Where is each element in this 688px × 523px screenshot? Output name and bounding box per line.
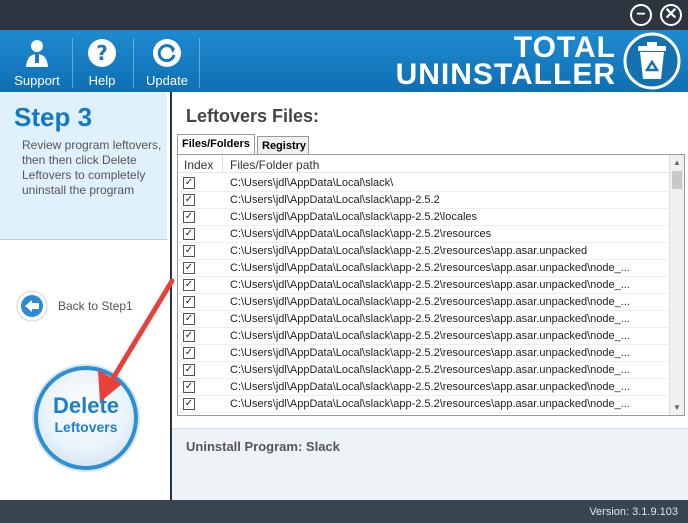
list-header: Index Files/Folder path xyxy=(178,155,670,173)
list-row[interactable]: ✓ C:\Users\jdl\AppData\Local\slack\app-2.… xyxy=(178,209,670,226)
delete-label-line2: Leftovers xyxy=(54,419,118,435)
leftovers-list[interactable]: Index Files/Folder path ✓ C:\Users\jdl\Ap… xyxy=(177,154,685,416)
row-path: C:\Users\jdl\AppData\Local\slack\app-2.5… xyxy=(230,211,478,223)
delete-leftovers-button[interactable]: Delete Leftovers xyxy=(34,366,138,470)
row-path: C:\Users\jdl\AppData\Local\slack\app-2.5… xyxy=(230,381,630,393)
step-description: Review program leftovers, then then clic… xyxy=(22,138,162,197)
back-arrow-icon xyxy=(16,290,48,322)
row-checkbox[interactable]: ✓ xyxy=(183,313,195,325)
column-header-path[interactable]: Files/Folder path xyxy=(230,158,319,172)
minimize-button[interactable]: − xyxy=(630,4,652,26)
delete-label-line1: Delete xyxy=(52,393,120,418)
uninstall-program-bar: Uninstall Program: Slack xyxy=(172,428,688,500)
update-button[interactable]: Update xyxy=(138,30,196,92)
recycle-bin-logo-icon xyxy=(623,32,681,90)
row-checkbox[interactable]: ✓ xyxy=(183,347,195,359)
row-path: C:\Users\jdl\AppData\Local\slack\ xyxy=(230,177,394,189)
row-path: C:\Users\jdl\AppData\Local\slack\app-2.5… xyxy=(230,313,630,325)
row-path: C:\Users\jdl\AppData\Local\slack\app-2.5… xyxy=(230,398,630,410)
uninstall-program-label: Uninstall Program: Slack xyxy=(186,439,340,454)
row-checkbox[interactable]: ✓ xyxy=(183,262,195,274)
help-label: Help xyxy=(88,73,116,88)
list-row[interactable]: ✓ C:\Users\jdl\AppData\Local\slack\app-2.… xyxy=(178,396,670,413)
row-checkbox[interactable]: ✓ xyxy=(183,228,195,240)
row-path: C:\Users\jdl\AppData\Local\slack\app-2.5… xyxy=(230,228,492,240)
scroll-down-icon[interactable]: ▼ xyxy=(673,403,681,412)
list-row[interactable]: ✓ C:\Users\jdl\AppData\Local\slack\ xyxy=(178,175,670,192)
row-checkbox[interactable]: ✓ xyxy=(183,279,195,291)
brand-line1: TOTAL xyxy=(513,31,616,64)
column-header-index[interactable]: Index xyxy=(184,158,213,172)
step-title: Step 3 xyxy=(14,102,93,132)
list-row[interactable]: ✓ C:\Users\jdl\AppData\Local\slack\app-2.… xyxy=(178,345,670,362)
toolbar-divider xyxy=(199,38,200,88)
row-checkbox[interactable]: ✓ xyxy=(183,398,195,410)
brand-line2: UNINSTALLER xyxy=(395,58,616,91)
back-label: Back to Step1 xyxy=(58,299,133,313)
svg-text:?: ? xyxy=(96,41,108,65)
list-row[interactable]: ✓ C:\Users\jdl\AppData\Local\slack\app-2.… xyxy=(178,328,670,345)
title-bar: − ✕ xyxy=(0,0,688,30)
row-checkbox[interactable]: ✓ xyxy=(183,194,195,206)
update-icon xyxy=(153,39,181,67)
version-label: Version: 3.1.9.103 xyxy=(589,506,678,518)
row-checkbox[interactable]: ✓ xyxy=(183,177,195,189)
footer-bar: Version: 3.1.9.103 xyxy=(0,500,688,523)
row-checkbox[interactable]: ✓ xyxy=(183,245,195,257)
list-row[interactable]: ✓ C:\Users\jdl\AppData\Local\slack\app-2.… xyxy=(178,362,670,379)
list-row[interactable]: ✓ C:\Users\jdl\AppData\Local\slack\app-2.… xyxy=(178,260,670,277)
row-path: C:\Users\jdl\AppData\Local\slack\app-2.5… xyxy=(230,194,440,206)
main-panel: Leftovers Files: Files/Folders Registry … xyxy=(172,92,688,500)
help-icon: ? xyxy=(88,39,116,67)
brand-wordmark: TOTAL UNINSTALLER xyxy=(395,31,616,91)
list-row[interactable]: ✓ C:\Users\jdl\AppData\Local\slack\app-2.… xyxy=(178,294,670,311)
vertical-scrollbar[interactable]: ▲ ▼ xyxy=(669,155,684,415)
row-checkbox[interactable]: ✓ xyxy=(183,296,195,308)
list-row[interactable]: ✓ C:\Users\jdl\AppData\Local\slack\app-2.… xyxy=(178,379,670,396)
header-toolbar: Support ? Help Update TOTAL UNINSTALLER xyxy=(0,30,688,92)
list-row[interactable]: ✓ C:\Users\jdl\AppData\Local\slack\app-2.… xyxy=(178,277,670,294)
row-path: C:\Users\jdl\AppData\Local\slack\app-2.5… xyxy=(230,330,630,342)
row-path: C:\Users\jdl\AppData\Local\slack\app-2.5… xyxy=(230,347,630,359)
column-divider xyxy=(222,155,223,173)
row-path: C:\Users\jdl\AppData\Local\slack\app-2.5… xyxy=(230,296,630,308)
sidebar: Step 3 Review program leftovers, then th… xyxy=(0,92,170,500)
support-button[interactable]: Support xyxy=(6,30,68,92)
list-row[interactable]: ✓ C:\Users\jdl\AppData\Local\slack\app-2.… xyxy=(178,226,670,243)
toolbar-divider xyxy=(72,38,73,88)
toolbar-divider xyxy=(133,38,134,88)
list-row[interactable]: ✓ C:\Users\jdl\AppData\Local\slack\app-2.… xyxy=(178,311,670,328)
row-path: C:\Users\jdl\AppData\Local\slack\app-2.5… xyxy=(230,279,630,291)
support-label: Support xyxy=(14,73,60,88)
list-row[interactable]: ✓ C:\Users\jdl\AppData\Local\slack\app-2.… xyxy=(178,243,670,260)
list-rows: ✓ C:\Users\jdl\AppData\Local\slack\ ✓ C:\U… xyxy=(178,175,670,413)
row-checkbox[interactable]: ✓ xyxy=(183,330,195,342)
row-checkbox[interactable]: ✓ xyxy=(183,364,195,376)
row-path: C:\Users\jdl\AppData\Local\slack\app-2.5… xyxy=(230,364,630,376)
tab-files-folders[interactable]: Files/Folders xyxy=(177,134,255,155)
row-path: C:\Users\jdl\AppData\Local\slack\app-2.5… xyxy=(230,262,630,274)
help-button[interactable]: ? Help xyxy=(76,30,128,92)
row-checkbox[interactable]: ✓ xyxy=(183,381,195,393)
row-path: C:\Users\jdl\AppData\Local\slack\app-2.5… xyxy=(230,245,588,257)
list-row[interactable]: ✓ C:\Users\jdl\AppData\Local\slack\app-2.… xyxy=(178,192,670,209)
close-button[interactable]: ✕ xyxy=(660,4,682,26)
tab-registry[interactable]: Registry xyxy=(257,136,309,154)
support-icon xyxy=(26,40,48,67)
row-checkbox[interactable]: ✓ xyxy=(183,211,195,223)
scrollbar-thumb[interactable] xyxy=(672,171,682,189)
update-label: Update xyxy=(146,73,188,88)
page-title: Leftovers Files: xyxy=(186,106,320,126)
scroll-up-icon[interactable]: ▲ xyxy=(673,158,681,167)
step-panel: Step 3 Review program leftovers, then th… xyxy=(0,92,167,240)
